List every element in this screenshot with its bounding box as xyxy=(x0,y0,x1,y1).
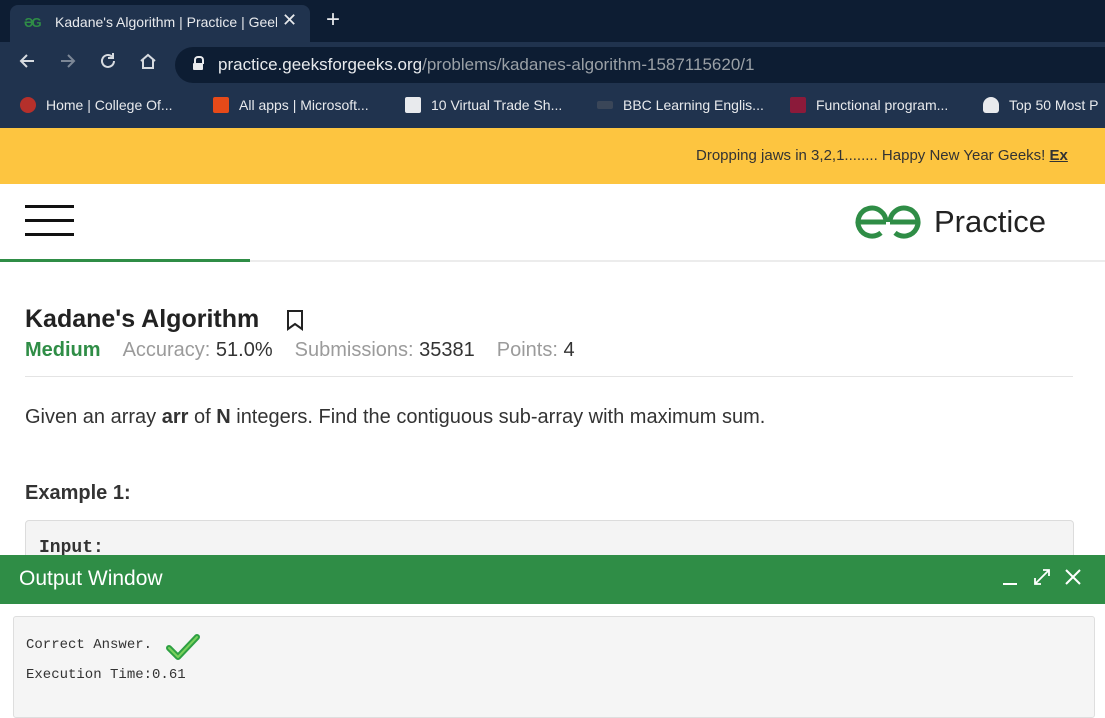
browser-toolbar: practice.geeksforgeeks.org/problems/kada… xyxy=(0,42,1105,88)
result-message: Correct Answer. xyxy=(26,637,153,653)
e-square-icon xyxy=(405,97,421,113)
points-label: Points: xyxy=(496,339,564,361)
points-value: 4 xyxy=(563,339,575,361)
output-window-header: Output Window xyxy=(0,555,1105,604)
url-text: practice.geeksforgeeks.org/problems/kada… xyxy=(218,55,755,74)
site-header: Practice xyxy=(0,184,1105,262)
problem-title: Kadane's Algorithm xyxy=(25,305,260,333)
difficulty-badge: Medium xyxy=(25,339,101,361)
bookmark-item[interactable]: All apps | Microsoft... xyxy=(213,97,369,113)
practice-logo[interactable]: Practice xyxy=(852,202,1046,247)
banner-message: Dropping jaws in 3,2,1........ Happy New… xyxy=(696,147,1068,164)
bookmark-item[interactable]: Home | College Of... xyxy=(20,97,173,113)
submissions-value: 35381 xyxy=(419,339,475,361)
address-bar[interactable]: practice.geeksforgeeks.org/problems/kada… xyxy=(175,47,1105,83)
browser-tab[interactable]: ƏG Kadane's Algorithm | Practice | Geeks… xyxy=(10,5,310,42)
back-arrow-icon[interactable] xyxy=(17,51,37,77)
problem-meta: Medium Accuracy: 51.0% Submissions: 35381 P… xyxy=(25,339,597,362)
execution-time: Execution Time:0.61 xyxy=(26,667,186,683)
close-icon[interactable] xyxy=(1063,567,1083,591)
iw-icon xyxy=(790,97,806,113)
forward-arrow-icon[interactable] xyxy=(58,51,78,77)
example-heading: Example 1: xyxy=(25,482,131,504)
output-console: Correct Answer. Execution Time:0.61 xyxy=(13,616,1095,718)
new-tab-button[interactable]: + xyxy=(326,6,340,34)
divider xyxy=(25,376,1073,377)
bookmark-item[interactable]: 10 Virtual Trade Sh... xyxy=(405,97,562,113)
expand-icon[interactable] xyxy=(1032,567,1052,591)
office-icon xyxy=(213,97,229,113)
gfg-favicon-icon: ƏG xyxy=(24,15,42,30)
reload-icon[interactable] xyxy=(98,51,118,77)
banner-link[interactable]: Ex xyxy=(1050,147,1068,164)
submissions-label: Submissions: xyxy=(294,339,420,361)
bookmarks-bar: Home | College Of... All apps | Microsof… xyxy=(0,88,1105,128)
browser-tab-strip: ƏG Kadane's Algorithm | Practice | Geeks… xyxy=(0,0,1105,42)
bookmark-item[interactable]: Functional program... xyxy=(790,97,948,113)
lock-icon[interactable] xyxy=(193,56,204,70)
problem-description: Given an array arr of N integers. Find t… xyxy=(25,406,766,428)
home-icon[interactable] xyxy=(138,51,158,77)
brand-name: Practice xyxy=(934,204,1046,239)
hamburger-menu-icon[interactable] xyxy=(25,205,74,237)
tab-title: Kadane's Algorithm | Practice | Geeksfor… xyxy=(55,14,277,30)
octopus-icon xyxy=(983,97,999,113)
accuracy-label: Accuracy: xyxy=(122,339,216,361)
accuracy-value: 51.0% xyxy=(215,339,273,361)
checkmark-icon xyxy=(166,633,200,666)
bookmark-item[interactable]: Top 50 Most P xyxy=(983,97,1099,113)
announcement-banner: Dropping jaws in 3,2,1........ Happy New… xyxy=(0,128,1105,184)
bookmark-item[interactable]: BBC Learning Englis... xyxy=(597,97,764,113)
gfg-logo-icon xyxy=(855,205,921,239)
close-tab-icon[interactable]: ✕ xyxy=(282,10,297,31)
output-window-title: Output Window xyxy=(19,567,163,590)
bookmark-icon[interactable] xyxy=(286,309,304,336)
page-progress-bar xyxy=(0,259,250,262)
college-crest-icon xyxy=(20,97,36,113)
bbc-icon xyxy=(597,101,613,109)
output-window: Output Window Correct Answer. Execution … xyxy=(0,555,1105,718)
minimize-icon[interactable] xyxy=(1001,567,1019,591)
